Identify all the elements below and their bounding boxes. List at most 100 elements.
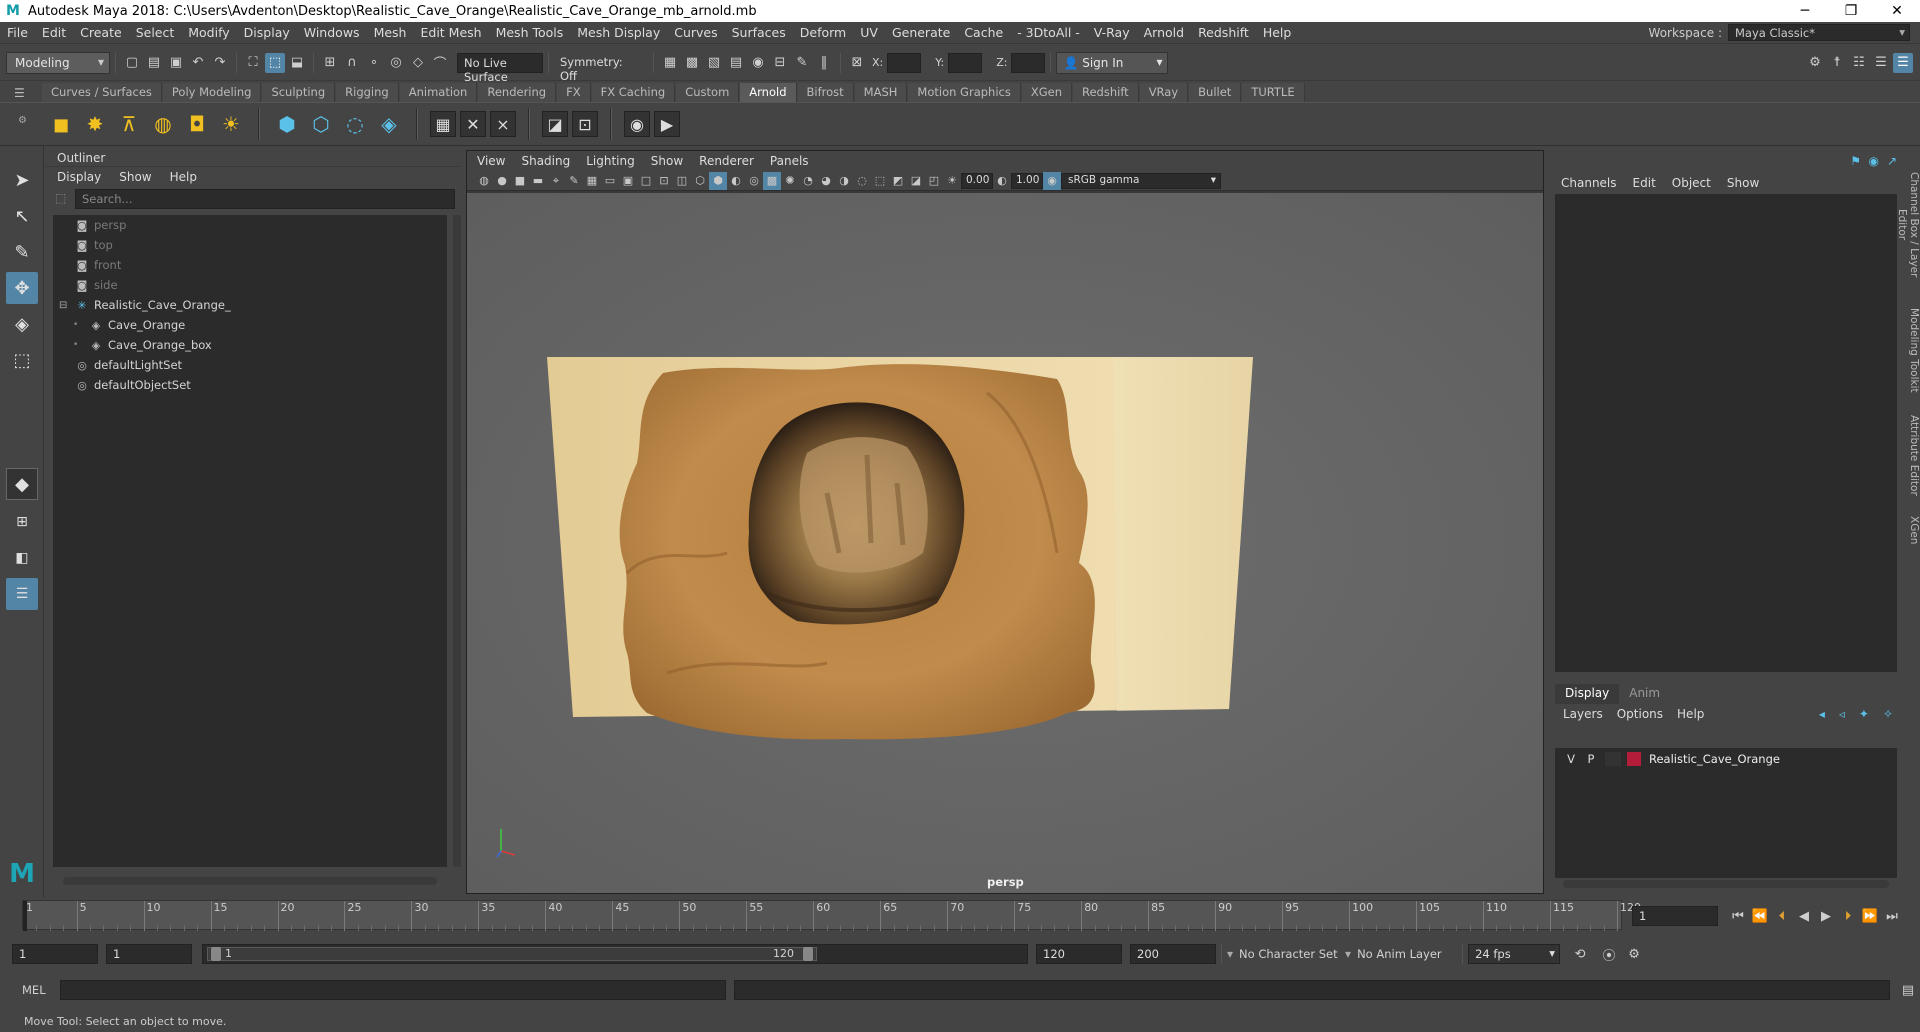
select-tool-icon[interactable]: ➤ xyxy=(6,164,38,196)
modeling-toolkit-icon[interactable]: ⚙ xyxy=(1805,53,1825,73)
animation-end-field[interactable]: 200 xyxy=(1130,944,1216,964)
snap-view-icon[interactable]: ◎ xyxy=(386,53,406,73)
gate-mask-icon[interactable]: □ xyxy=(637,172,655,190)
grid-icon[interactable]: ▦ xyxy=(583,172,601,190)
menu-vray[interactable]: V-Ray xyxy=(1087,25,1137,40)
safe-action-icon[interactable]: ◫ xyxy=(673,172,691,190)
step-forward-key-icon[interactable]: ⏩ xyxy=(1860,906,1880,926)
new-layer-selected-icon[interactable]: ✧ xyxy=(1883,707,1893,721)
motion-blur-icon[interactable]: ◑ xyxy=(835,172,853,190)
textured-icon[interactable]: ▩ xyxy=(763,171,781,190)
menu-edit-mesh[interactable]: Edit Mesh xyxy=(413,25,488,40)
shelf-tab-sculpting[interactable]: Sculpting xyxy=(262,83,336,102)
menu-edit[interactable]: Edit xyxy=(35,25,73,40)
side-tab-attribute-editor[interactable]: Attribute Editor xyxy=(1904,410,1920,500)
minimize-button[interactable]: ─ xyxy=(1782,3,1828,19)
side-tab-channel-box[interactable]: Channel Box / Layer Editor xyxy=(1896,160,1920,290)
x-coord-field[interactable] xyxy=(887,52,922,73)
shelf-tab-custom[interactable]: Custom xyxy=(676,83,740,102)
script-editor-icon[interactable]: ▤ xyxy=(1898,980,1918,1000)
shelf-menu-icon[interactable]: ☰ xyxy=(14,86,25,100)
range-start-grip[interactable] xyxy=(211,947,221,961)
auto-key-icon[interactable]: ⦿ xyxy=(1599,944,1619,964)
symmetry-dropdown[interactable]: Symmetry: Off xyxy=(554,52,648,83)
menu-generate[interactable]: Generate xyxy=(885,25,957,40)
redo-icon[interactable]: ↷ xyxy=(210,53,230,73)
ipr-render-icon[interactable]: ▧ xyxy=(704,53,724,73)
outliner-item[interactable]: ◙ front xyxy=(53,255,447,275)
anti-aliasing-icon[interactable]: ◌ xyxy=(853,172,871,190)
shelf-tab-redshift[interactable]: Redshift xyxy=(1073,83,1139,102)
channel-box-layer-icon[interactable]: ⚑ xyxy=(1850,154,1861,168)
time-slider-bar[interactable]: 1 5 10 15 20 25 30 35 40 45 50 55 60 65 70 75 80 85 90 95 10… xyxy=(22,900,1641,931)
layer-color-swatch[interactable] xyxy=(1627,752,1641,766)
shadows-icon[interactable]: ◔ xyxy=(799,172,817,190)
range-slider-track[interactable]: 1 120 xyxy=(202,944,1028,964)
select-component-icon[interactable]: ⬓ xyxy=(287,53,307,73)
close-button[interactable]: ✕ xyxy=(1874,3,1920,19)
channel-box-area[interactable] xyxy=(1555,194,1897,672)
hypershade-icon[interactable]: ◉ xyxy=(748,53,768,73)
shelf-tab-fx[interactable]: FX xyxy=(557,83,591,102)
character-controls-icon[interactable]: ☨ xyxy=(1827,53,1847,73)
lasso-tool-icon[interactable]: ↖ xyxy=(6,200,38,232)
scale-tool-icon[interactable]: ⬚ xyxy=(6,344,38,376)
gamma-field[interactable]: 1.00 xyxy=(1011,172,1043,189)
exposure-field[interactable]: 0.00 xyxy=(961,172,993,189)
camera-attributes-icon[interactable]: ● xyxy=(493,172,511,190)
layer-row[interactable]: V P Realistic_Cave_Orange xyxy=(1555,748,1897,770)
fps-dropdown[interactable]: 24 fps ▾ xyxy=(1468,944,1561,964)
shelf-tab-turtle[interactable]: TURTLE xyxy=(1242,83,1305,102)
mel-label[interactable]: MEL xyxy=(0,983,56,997)
shelf-tab-poly-modeling[interactable]: Poly Modeling xyxy=(162,83,262,102)
play-backwards-icon[interactable]: ◀ xyxy=(1794,906,1814,926)
menu-file[interactable]: File xyxy=(0,25,35,40)
wireframe-on-shaded-icon[interactable]: ◎ xyxy=(745,172,763,190)
skydome-light-icon[interactable]: ◍ xyxy=(148,109,178,139)
step-back-frame-icon[interactable]: ⏴ xyxy=(1772,906,1792,926)
channels-menu-edit[interactable]: Edit xyxy=(1633,176,1656,190)
menu-cache[interactable]: Cache xyxy=(957,25,1010,40)
playback-start-field[interactable]: 1 xyxy=(106,944,192,964)
snap-surface-icon[interactable]: ◇ xyxy=(408,53,428,73)
render-sequence-icon[interactable]: ▩ xyxy=(682,53,702,73)
smooth-shade-icon[interactable]: ⬢ xyxy=(709,171,727,190)
shelf-tab-arnold[interactable]: Arnold xyxy=(740,83,797,102)
move-layer-down-icon[interactable]: ◃ xyxy=(1839,707,1845,721)
outliner-search-input[interactable]: Search... xyxy=(75,189,455,209)
persp-outliner-layout-icon[interactable]: ◧ xyxy=(6,542,38,574)
camera-select-icon[interactable]: ◍ xyxy=(475,172,493,190)
color-space-dropdown[interactable]: sRGB gamma ▾ xyxy=(1061,172,1221,189)
layer-horizontal-scrollbar[interactable] xyxy=(1563,880,1889,888)
menu-mesh[interactable]: Mesh xyxy=(367,25,414,40)
animation-start-field[interactable]: 1 xyxy=(12,944,98,964)
shelf-tab-curves-surfaces[interactable]: Curves / Surfaces xyxy=(42,83,162,102)
camera-icon[interactable]: ◉ xyxy=(1869,154,1879,168)
outliner-item[interactable]: ◙ persp xyxy=(53,215,447,235)
render-icon[interactable]: ▶ xyxy=(654,111,680,137)
outliner-vertical-scrollbar[interactable] xyxy=(453,215,461,867)
ambient-occlusion-icon[interactable]: ◕ xyxy=(817,172,835,190)
menu-modify[interactable]: Modify xyxy=(181,25,236,40)
make-live-icon[interactable]: ⌒ xyxy=(430,53,450,73)
outliner-item[interactable]: ◎ defaultLightSet xyxy=(53,355,447,375)
menu-help[interactable]: Help xyxy=(1256,25,1299,40)
render-settings-icon[interactable]: ▤ xyxy=(726,53,746,73)
current-frame-field[interactable]: 1 xyxy=(1632,906,1718,926)
operator-icon[interactable]: ⊡ xyxy=(572,111,598,137)
texture-tx-icon[interactable]: ▦ xyxy=(430,111,456,137)
menu-curves[interactable]: Curves xyxy=(667,25,724,40)
workspace-dropdown[interactable]: Maya Classic* xyxy=(1728,24,1910,41)
current-time-indicator[interactable] xyxy=(23,901,27,931)
playback-end-field[interactable]: 120 xyxy=(1036,944,1122,964)
flush-textures-icon[interactable]: ✕ xyxy=(460,111,486,137)
layer-visibility-toggle[interactable]: V xyxy=(1561,752,1581,766)
single-perspective-layout-icon[interactable]: ◆ xyxy=(6,468,38,500)
shelf-tab-bullet[interactable]: Bullet xyxy=(1189,83,1242,102)
menu-select[interactable]: Select xyxy=(129,25,182,40)
curve-collector-icon[interactable]: ◈ xyxy=(374,109,404,139)
menu-surfaces[interactable]: Surfaces xyxy=(725,25,793,40)
save-scene-icon[interactable]: ▣ xyxy=(166,53,186,73)
loop-icon[interactable]: ⟲ xyxy=(1570,944,1590,964)
paint-select-tool-icon[interactable]: ✎ xyxy=(6,236,38,268)
